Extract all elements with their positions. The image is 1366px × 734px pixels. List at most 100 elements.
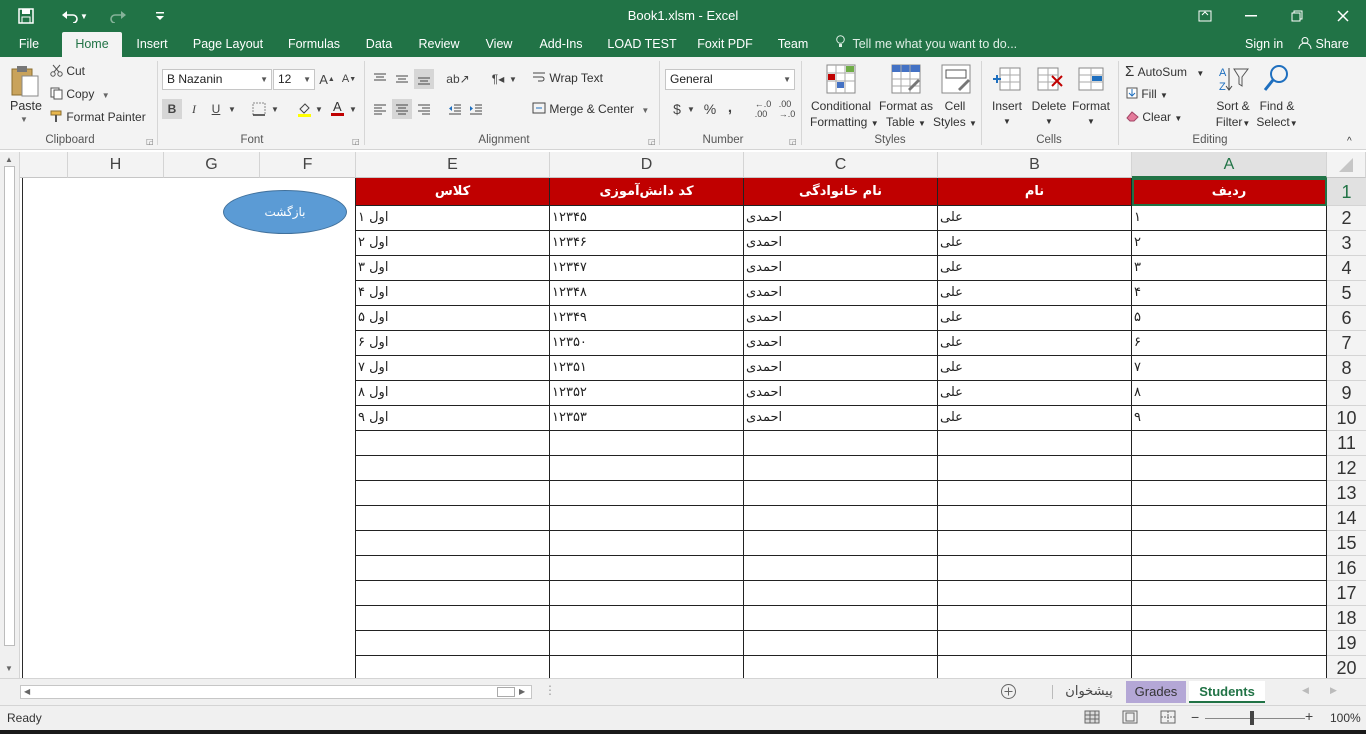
table-cell[interactable] [550, 431, 744, 456]
table-header-cell[interactable]: نام [938, 178, 1132, 206]
table-cell[interactable]: ۵ [1132, 306, 1327, 331]
vertical-scrollbar[interactable]: ▲ ▼ [0, 152, 20, 678]
decrease-font-icon[interactable]: A ▼ [340, 69, 358, 89]
row-header[interactable]: 2 [1327, 206, 1366, 231]
sort-filter-button[interactable]: Sort & Filter▼ [1212, 98, 1254, 132]
table-cell[interactable]: ۷ [1132, 356, 1327, 381]
number-format-combo[interactable]: General ▼ [665, 69, 795, 90]
table-cell[interactable]: ۱۲۳۵۱ [550, 356, 744, 381]
table-cell[interactable]: اول ۷ [356, 356, 550, 381]
ribbon-display-options-icon[interactable] [1182, 0, 1228, 32]
table-cell[interactable] [938, 456, 1132, 481]
zoom-slider[interactable] [1205, 718, 1305, 719]
table-cell[interactable]: ۱۲۳۴۸ [550, 281, 744, 306]
hscroll-thumb[interactable] [497, 687, 515, 697]
column-header-d[interactable]: D [550, 152, 744, 178]
minimize-button[interactable] [1228, 0, 1274, 32]
binoculars-search-icon[interactable] [1260, 62, 1294, 96]
zoom-in-icon[interactable]: + [1305, 708, 1313, 724]
table-cell[interactable] [356, 556, 550, 581]
table-cell[interactable] [1132, 431, 1327, 456]
table-cell[interactable] [550, 531, 744, 556]
table-cell[interactable] [1132, 631, 1327, 656]
table-cell[interactable]: اول ۳ [356, 256, 550, 281]
conditional-formatting-icon[interactable] [823, 61, 859, 97]
tab-file[interactable]: File [8, 32, 50, 57]
copy-dropdown-icon[interactable]: ▼ [102, 91, 110, 100]
table-header-cell[interactable]: ردیف [1132, 178, 1327, 206]
table-cell[interactable] [356, 531, 550, 556]
table-cell[interactable] [744, 506, 938, 531]
tab-review[interactable]: Review [412, 32, 466, 57]
table-cell[interactable]: ۱۲۳۴۷ [550, 256, 744, 281]
paste-button[interactable]: Paste [10, 99, 42, 113]
table-cell[interactable] [550, 631, 744, 656]
row-header[interactable]: 6 [1327, 306, 1366, 331]
increase-decimal-icon[interactable]: ←.0.00 [752, 99, 774, 119]
decrease-indent-icon[interactable] [446, 99, 464, 119]
font-size-combo[interactable]: 12 ▼ [273, 69, 315, 90]
table-cell[interactable] [1132, 606, 1327, 631]
table-cell[interactable] [744, 631, 938, 656]
currency-dropdown-icon[interactable]: ▼ [686, 99, 696, 119]
table-cell[interactable]: علی [938, 256, 1132, 281]
column-header-g[interactable]: G [164, 152, 260, 178]
table-cell[interactable] [550, 581, 744, 606]
table-cell[interactable]: اول ۵ [356, 306, 550, 331]
fill-color-icon[interactable] [295, 99, 313, 119]
page-break-view-icon[interactable] [1160, 710, 1176, 727]
scroll-left-icon[interactable]: ◀ [24, 686, 30, 698]
tab-load-test[interactable]: LOAD TEST [603, 32, 681, 57]
paste-icon[interactable] [8, 63, 42, 99]
table-cell[interactable]: ۱۲۳۴۶ [550, 231, 744, 256]
table-cell[interactable]: اول ۱ [356, 206, 550, 231]
tab-insert[interactable]: Insert [128, 32, 176, 57]
sign-in-link[interactable]: Sign in [1245, 32, 1283, 57]
column-header-f[interactable]: F [260, 152, 356, 178]
table-cell[interactable]: علی [938, 231, 1132, 256]
restore-button[interactable] [1274, 0, 1320, 32]
insert-cells-button[interactable]: Insert ▼ [988, 98, 1026, 130]
scroll-right-icon[interactable]: ▶ [519, 686, 525, 698]
table-cell[interactable]: احمدی [744, 406, 938, 431]
table-cell[interactable] [550, 606, 744, 631]
row-header[interactable]: 8 [1327, 356, 1366, 381]
fill-button[interactable]: Fill ▼ [1126, 87, 1168, 101]
table-cell[interactable]: ۸ [1132, 381, 1327, 406]
table-cell[interactable]: علی [938, 381, 1132, 406]
table-cell[interactable] [356, 456, 550, 481]
table-cell[interactable] [744, 556, 938, 581]
clear-button[interactable]: Clear ▼ [1126, 110, 1182, 124]
table-cell[interactable]: ۶ [1132, 331, 1327, 356]
table-cell[interactable] [356, 581, 550, 606]
table-cell[interactable]: احمدی [744, 256, 938, 281]
alignment-launcher-icon[interactable]: ◲ [648, 137, 656, 146]
table-cell[interactable]: احمدی [744, 306, 938, 331]
number-launcher-icon[interactable]: ◲ [789, 137, 797, 146]
table-cell[interactable] [1132, 581, 1327, 606]
table-cell[interactable] [1132, 481, 1327, 506]
font-color-dropdown-icon[interactable]: ▼ [348, 99, 358, 119]
row-header[interactable]: 4 [1327, 256, 1366, 281]
table-cell[interactable]: علی [938, 406, 1132, 431]
table-cell[interactable]: علی [938, 206, 1132, 231]
fill-color-dropdown-icon[interactable]: ▼ [314, 99, 324, 119]
normal-view-icon[interactable] [1084, 710, 1100, 727]
row-header[interactable]: 5 [1327, 281, 1366, 306]
row-header[interactable]: 1 [1327, 178, 1366, 206]
table-cell[interactable] [938, 431, 1132, 456]
table-cell[interactable]: احمدی [744, 281, 938, 306]
table-cell[interactable] [550, 481, 744, 506]
row-header[interactable]: 18 [1327, 606, 1366, 631]
table-cell[interactable]: اول ۲ [356, 231, 550, 256]
currency-button[interactable]: $ [668, 99, 686, 119]
scroll-down-icon[interactable]: ▼ [5, 664, 13, 673]
table-cell[interactable] [1132, 531, 1327, 556]
table-cell[interactable] [938, 556, 1132, 581]
row-header[interactable]: 14 [1327, 506, 1366, 531]
table-cell[interactable]: اول ۹ [356, 406, 550, 431]
table-cell[interactable] [744, 481, 938, 506]
align-center-icon[interactable] [392, 99, 412, 119]
sort-filter-icon[interactable]: AZ [1216, 62, 1250, 96]
cut-button[interactable]: Cut [50, 64, 85, 78]
